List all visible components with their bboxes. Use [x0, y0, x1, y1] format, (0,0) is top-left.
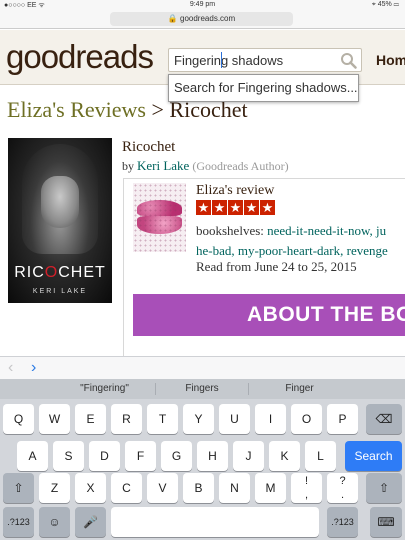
book-title-link[interactable]: Ricochet: [122, 139, 175, 156]
key-w[interactable]: W: [39, 404, 70, 434]
key-q[interactable]: Q: [3, 404, 34, 434]
space-key[interactable]: [111, 507, 319, 537]
key-z[interactable]: Z: [39, 473, 70, 503]
by-label: by: [122, 159, 137, 173]
numbers-key-left[interactable]: .?123: [3, 507, 34, 537]
search-box[interactable]: [168, 48, 362, 72]
star-icon: ★: [212, 200, 227, 215]
search-input[interactable]: [169, 49, 339, 71]
book-byline: by Keri Lake (Goodreads Author): [122, 158, 289, 174]
key-a[interactable]: A: [17, 441, 48, 471]
previous-field-icon[interactable]: ‹: [8, 359, 13, 377]
screen: ●○○○○ EE ᯤ 9:49 pm ⌖ 45% ▭ 🔒 goodreads.c…: [0, 0, 405, 540]
read-dates: Read from June 24 to 25, 2015: [196, 259, 357, 274]
prediction-2[interactable]: Fingers: [156, 379, 248, 399]
star-icon: ★: [244, 200, 259, 215]
author-note: (Goodreads Author): [189, 159, 289, 173]
star-icon: ★: [260, 200, 275, 215]
status-time: 9:49 pm: [189, 1, 216, 8]
search-suggestion[interactable]: Search for Fingering shadows...: [168, 74, 359, 102]
search-key[interactable]: Search: [345, 441, 402, 471]
breadcrumb-reviews-link[interactable]: Eliza's Reviews: [7, 97, 146, 122]
cover-author: KERI LAKE: [32, 288, 88, 295]
backspace-key[interactable]: ⌫: [366, 404, 402, 434]
cover-face: [41, 176, 79, 228]
key-k[interactable]: K: [269, 441, 300, 471]
key-f[interactable]: F: [125, 441, 156, 471]
key-exclaim-comma[interactable]: !,: [291, 473, 322, 503]
key-b[interactable]: B: [183, 473, 214, 503]
next-field-icon[interactable]: ›: [31, 359, 36, 377]
goodreads-logo[interactable]: goodreads: [6, 38, 154, 76]
key-r[interactable]: R: [111, 404, 142, 434]
status-bar: ●○○○○ EE ᯤ 9:49 pm ⌖ 45% ▭: [0, 0, 405, 10]
reviewer-avatar[interactable]: [133, 183, 186, 252]
key-u[interactable]: U: [219, 404, 250, 434]
browser-url-bar: 🔒 goodreads.com: [0, 10, 405, 29]
hide-keyboard-icon[interactable]: ⌨: [370, 507, 402, 537]
key-t[interactable]: T: [147, 404, 178, 434]
key-c[interactable]: C: [111, 473, 142, 503]
key-v[interactable]: V: [147, 473, 178, 503]
shift-key-right[interactable]: ⇧: [366, 473, 402, 503]
key-x[interactable]: X: [75, 473, 106, 503]
star-icon: ★: [228, 200, 243, 215]
avatar-texture: [133, 183, 186, 252]
prediction-3[interactable]: Finger: [249, 379, 350, 399]
author-link[interactable]: Keri Lake: [137, 158, 189, 173]
keyboard-accessory-bar: ‹ ›: [0, 356, 405, 379]
banner-text: ABOUT THE BO: [247, 303, 405, 326]
predictive-bar: "Fingering" Fingers Finger: [0, 379, 405, 399]
review-heading: Eliza's review: [196, 183, 275, 198]
key-l[interactable]: L: [305, 441, 336, 471]
key-p[interactable]: P: [327, 404, 358, 434]
key-s[interactable]: S: [53, 441, 84, 471]
breadcrumb-separator: >: [145, 97, 170, 122]
key-n[interactable]: N: [219, 473, 250, 503]
book-cover[interactable]: RICOCHET KERI LAKE: [8, 138, 112, 303]
search-icon[interactable]: [340, 52, 357, 69]
star-icon: ★: [196, 200, 211, 215]
key-y[interactable]: Y: [183, 404, 214, 434]
prediction-1[interactable]: "Fingering": [54, 379, 155, 399]
key-o[interactable]: O: [291, 404, 322, 434]
key-question-period[interactable]: ?.: [327, 473, 358, 503]
numbers-key-right[interactable]: .?123: [327, 507, 358, 537]
onscreen-keyboard: "Fingering" Fingers Finger Q W E R T Y U…: [0, 379, 405, 540]
key-g[interactable]: G: [161, 441, 192, 471]
key-i[interactable]: I: [255, 404, 286, 434]
shelf-link[interactable]: he-bad, my-poor-heart-dark, revenge: [196, 243, 388, 258]
cover-title: RICOCHET: [14, 264, 106, 281]
key-e[interactable]: E: [75, 404, 106, 434]
microphone-icon[interactable]: 🎤: [75, 507, 106, 537]
shift-key-left[interactable]: ⇧: [3, 473, 34, 503]
key-h[interactable]: H: [197, 441, 228, 471]
review-banner-image: ABOUT THE BO: [133, 294, 405, 336]
text-caret: [221, 52, 222, 68]
key-j[interactable]: J: [233, 441, 264, 471]
emoji-icon[interactable]: ☺: [39, 507, 70, 537]
star-rating: ★ ★ ★ ★ ★: [196, 199, 276, 217]
bookshelves: bookshelves: need-it-need-it-now, ju he-…: [196, 221, 405, 261]
nav-home-link[interactable]: Hom: [376, 52, 405, 68]
shelf-link[interactable]: need-it-need-it-now, ju: [267, 223, 386, 238]
key-m[interactable]: M: [255, 473, 286, 503]
address-field[interactable]: 🔒 goodreads.com: [110, 12, 293, 26]
bookshelves-label: bookshelves:: [196, 223, 268, 238]
battery-indicator: ⌖ 45% ▭: [371, 1, 399, 8]
key-d[interactable]: D: [89, 441, 120, 471]
